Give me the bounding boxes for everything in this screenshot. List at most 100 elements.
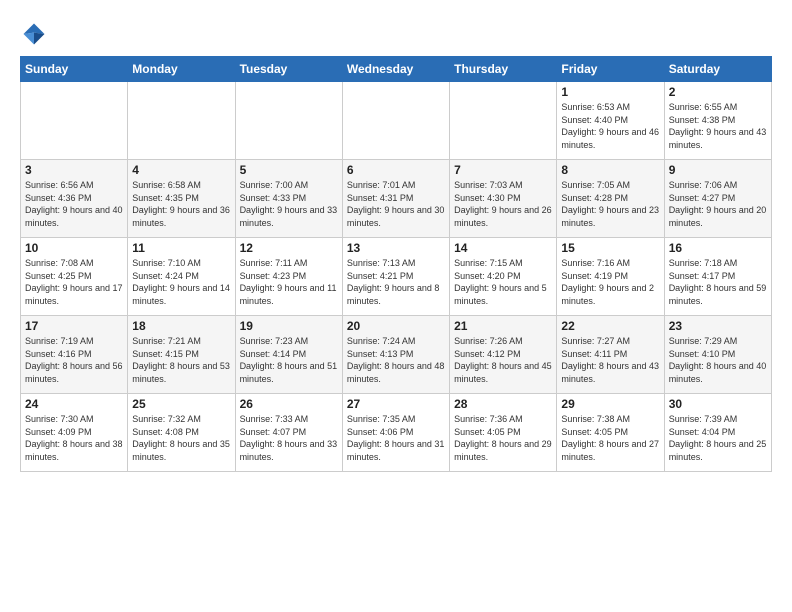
calendar-day-header: Sunday (21, 57, 128, 82)
calendar-cell: 23 Sunrise: 7:29 AM Sunset: 4:10 PM Dayli… (664, 316, 771, 394)
day-number: 16 (669, 241, 767, 255)
day-number: 18 (132, 319, 230, 333)
day-number: 24 (25, 397, 123, 411)
calendar-cell: 3 Sunrise: 6:56 AM Sunset: 4:36 PM Daylig… (21, 160, 128, 238)
day-info: Sunrise: 7:24 AM Sunset: 4:13 PM Dayligh… (347, 335, 445, 385)
day-number: 20 (347, 319, 445, 333)
day-info: Sunrise: 7:36 AM Sunset: 4:05 PM Dayligh… (454, 413, 552, 463)
calendar-day-header: Wednesday (342, 57, 449, 82)
day-number: 3 (25, 163, 123, 177)
day-number: 12 (240, 241, 338, 255)
page: SundayMondayTuesdayWednesdayThursdayFrid… (0, 0, 792, 612)
day-number: 6 (347, 163, 445, 177)
calendar-week-row: 3 Sunrise: 6:56 AM Sunset: 4:36 PM Daylig… (21, 160, 772, 238)
day-info: Sunrise: 7:23 AM Sunset: 4:14 PM Dayligh… (240, 335, 338, 385)
day-number: 26 (240, 397, 338, 411)
day-info: Sunrise: 7:33 AM Sunset: 4:07 PM Dayligh… (240, 413, 338, 463)
calendar-cell: 7 Sunrise: 7:03 AM Sunset: 4:30 PM Daylig… (450, 160, 557, 238)
day-info: Sunrise: 7:03 AM Sunset: 4:30 PM Dayligh… (454, 179, 552, 229)
day-info: Sunrise: 7:16 AM Sunset: 4:19 PM Dayligh… (561, 257, 659, 307)
calendar-week-row: 10 Sunrise: 7:08 AM Sunset: 4:25 PM Dayli… (21, 238, 772, 316)
day-info: Sunrise: 7:21 AM Sunset: 4:15 PM Dayligh… (132, 335, 230, 385)
day-info: Sunrise: 6:58 AM Sunset: 4:35 PM Dayligh… (132, 179, 230, 229)
day-info: Sunrise: 6:55 AM Sunset: 4:38 PM Dayligh… (669, 101, 767, 151)
day-info: Sunrise: 7:29 AM Sunset: 4:10 PM Dayligh… (669, 335, 767, 385)
calendar-header-row: SundayMondayTuesdayWednesdayThursdayFrid… (21, 57, 772, 82)
day-number: 7 (454, 163, 552, 177)
calendar-week-row: 1 Sunrise: 6:53 AM Sunset: 4:40 PM Daylig… (21, 82, 772, 160)
calendar-cell (235, 82, 342, 160)
calendar-cell: 27 Sunrise: 7:35 AM Sunset: 4:06 PM Dayli… (342, 394, 449, 472)
day-number: 2 (669, 85, 767, 99)
day-info: Sunrise: 7:38 AM Sunset: 4:05 PM Dayligh… (561, 413, 659, 463)
day-info: Sunrise: 7:08 AM Sunset: 4:25 PM Dayligh… (25, 257, 123, 307)
calendar-cell: 5 Sunrise: 7:00 AM Sunset: 4:33 PM Daylig… (235, 160, 342, 238)
calendar-cell: 29 Sunrise: 7:38 AM Sunset: 4:05 PM Dayli… (557, 394, 664, 472)
calendar-cell: 6 Sunrise: 7:01 AM Sunset: 4:31 PM Daylig… (342, 160, 449, 238)
logo (20, 20, 50, 48)
calendar-cell: 9 Sunrise: 7:06 AM Sunset: 4:27 PM Daylig… (664, 160, 771, 238)
header (20, 16, 772, 48)
day-info: Sunrise: 7:01 AM Sunset: 4:31 PM Dayligh… (347, 179, 445, 229)
calendar-cell: 18 Sunrise: 7:21 AM Sunset: 4:15 PM Dayli… (128, 316, 235, 394)
day-info: Sunrise: 7:15 AM Sunset: 4:20 PM Dayligh… (454, 257, 552, 307)
calendar-cell: 11Sunrise: 7:10 AM Sunset: 4:24 PM Dayli… (128, 238, 235, 316)
logo-icon (20, 20, 48, 48)
calendar-day-header: Friday (557, 57, 664, 82)
calendar-cell: 28 Sunrise: 7:36 AM Sunset: 4:05 PM Dayli… (450, 394, 557, 472)
day-number: 23 (669, 319, 767, 333)
calendar-cell: 1 Sunrise: 6:53 AM Sunset: 4:40 PM Daylig… (557, 82, 664, 160)
calendar-cell: 16 Sunrise: 7:18 AM Sunset: 4:17 PM Dayli… (664, 238, 771, 316)
calendar-cell (128, 82, 235, 160)
day-number: 30 (669, 397, 767, 411)
day-info: Sunrise: 7:05 AM Sunset: 4:28 PM Dayligh… (561, 179, 659, 229)
day-number: 9 (669, 163, 767, 177)
day-number: 13 (347, 241, 445, 255)
day-info: Sunrise: 7:39 AM Sunset: 4:04 PM Dayligh… (669, 413, 767, 463)
calendar-cell: 4Sunrise: 6:58 AM Sunset: 4:35 PM Daylig… (128, 160, 235, 238)
calendar-day-header: Saturday (664, 57, 771, 82)
calendar-cell (450, 82, 557, 160)
calendar-cell: 22Sunrise: 7:27 AM Sunset: 4:11 PM Dayli… (557, 316, 664, 394)
day-number: 25 (132, 397, 230, 411)
calendar-cell: 21Sunrise: 7:26 AM Sunset: 4:12 PM Dayli… (450, 316, 557, 394)
day-info: Sunrise: 7:00 AM Sunset: 4:33 PM Dayligh… (240, 179, 338, 229)
day-info: Sunrise: 7:35 AM Sunset: 4:06 PM Dayligh… (347, 413, 445, 463)
day-info: Sunrise: 6:53 AM Sunset: 4:40 PM Dayligh… (561, 101, 659, 151)
calendar-day-header: Tuesday (235, 57, 342, 82)
day-info: Sunrise: 7:13 AM Sunset: 4:21 PM Dayligh… (347, 257, 445, 307)
calendar-cell: 19 Sunrise: 7:23 AM Sunset: 4:14 PM Dayli… (235, 316, 342, 394)
day-number: 15 (561, 241, 659, 255)
calendar: SundayMondayTuesdayWednesdayThursdayFrid… (20, 56, 772, 472)
day-number: 5 (240, 163, 338, 177)
calendar-cell: 30 Sunrise: 7:39 AM Sunset: 4:04 PM Dayli… (664, 394, 771, 472)
day-number: 29 (561, 397, 659, 411)
calendar-cell: 2 Sunrise: 6:55 AM Sunset: 4:38 PM Daylig… (664, 82, 771, 160)
calendar-cell: 13 Sunrise: 7:13 AM Sunset: 4:21 PM Dayli… (342, 238, 449, 316)
day-number: 27 (347, 397, 445, 411)
calendar-week-row: 24 Sunrise: 7:30 AM Sunset: 4:09 PM Dayli… (21, 394, 772, 472)
day-info: Sunrise: 7:18 AM Sunset: 4:17 PM Dayligh… (669, 257, 767, 307)
calendar-cell (21, 82, 128, 160)
day-number: 22 (561, 319, 659, 333)
calendar-day-header: Thursday (450, 57, 557, 82)
day-number: 28 (454, 397, 552, 411)
calendar-cell: 17Sunrise: 7:19 AM Sunset: 4:16 PM Dayli… (21, 316, 128, 394)
day-info: Sunrise: 7:10 AM Sunset: 4:24 PM Dayligh… (132, 257, 230, 307)
calendar-cell: 26 Sunrise: 7:33 AM Sunset: 4:07 PM Dayli… (235, 394, 342, 472)
day-info: Sunrise: 7:06 AM Sunset: 4:27 PM Dayligh… (669, 179, 767, 229)
calendar-week-row: 17Sunrise: 7:19 AM Sunset: 4:16 PM Dayli… (21, 316, 772, 394)
calendar-cell: 14Sunrise: 7:15 AM Sunset: 4:20 PM Dayli… (450, 238, 557, 316)
day-info: Sunrise: 7:26 AM Sunset: 4:12 PM Dayligh… (454, 335, 552, 385)
calendar-cell: 24 Sunrise: 7:30 AM Sunset: 4:09 PM Dayli… (21, 394, 128, 472)
calendar-cell: 25 Sunrise: 7:32 AM Sunset: 4:08 PM Dayli… (128, 394, 235, 472)
day-number: 10 (25, 241, 123, 255)
day-number: 1 (561, 85, 659, 99)
day-info: Sunrise: 7:32 AM Sunset: 4:08 PM Dayligh… (132, 413, 230, 463)
calendar-cell: 12Sunrise: 7:11 AM Sunset: 4:23 PM Dayli… (235, 238, 342, 316)
day-info: Sunrise: 6:56 AM Sunset: 4:36 PM Dayligh… (25, 179, 123, 229)
calendar-cell: 10 Sunrise: 7:08 AM Sunset: 4:25 PM Dayli… (21, 238, 128, 316)
day-number: 19 (240, 319, 338, 333)
day-info: Sunrise: 7:30 AM Sunset: 4:09 PM Dayligh… (25, 413, 123, 463)
calendar-cell: 8Sunrise: 7:05 AM Sunset: 4:28 PM Daylig… (557, 160, 664, 238)
